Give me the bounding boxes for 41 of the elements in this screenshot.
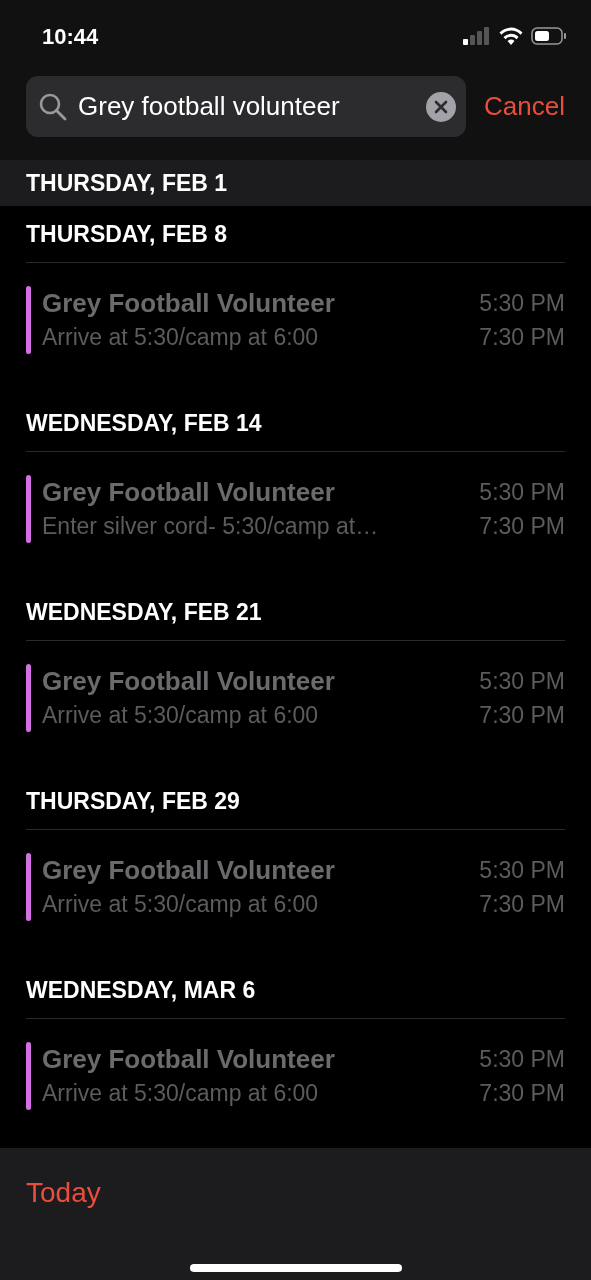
event-time: 5:30 PM bbox=[479, 478, 565, 507]
event-title: Grey Football Volunteer bbox=[42, 476, 336, 509]
today-button[interactable]: Today bbox=[26, 1172, 101, 1214]
event-row[interactable]: Grey Football Volunteer Arrive at 5:30/camp at 6:00 5:30 PM 7:30 PM bbox=[0, 830, 591, 962]
event-row[interactable]: Grey Football Volunteer Arrive at 5:30/camp at 6:00 5:30 PM 7:30 PM bbox=[0, 1019, 591, 1148]
status-time: 10:44 bbox=[42, 22, 99, 51]
event-time: 7:30 PM bbox=[479, 323, 565, 352]
event-note: Arrive at 5:30/camp at 6:00 bbox=[42, 890, 320, 919]
clear-icon[interactable] bbox=[426, 91, 457, 122]
battery-icon bbox=[531, 27, 567, 45]
event-note: Arrive at 5:30/camp at 6:00 bbox=[42, 323, 320, 352]
date-header: THURSDAY, FEB 8 bbox=[26, 219, 228, 249]
event-time: 7:30 PM bbox=[479, 890, 565, 919]
wifi-icon bbox=[499, 27, 523, 45]
event-title: Grey Football Volunteer bbox=[42, 665, 336, 698]
signal-icon bbox=[463, 27, 491, 45]
event-row[interactable]: Grey Football Volunteer Arrive at 5:30/camp at 6:00 5:30 PM 7:30 PM bbox=[0, 641, 591, 773]
event-time: 5:30 PM bbox=[479, 1045, 565, 1074]
date-header: WEDNESDAY, FEB 21 bbox=[26, 597, 262, 627]
date-header: THURSDAY, FEB 29 bbox=[26, 786, 240, 816]
cancel-button[interactable]: Cancel bbox=[484, 87, 565, 126]
event-time: 7:30 PM bbox=[479, 701, 565, 730]
event-time: 7:30 PM bbox=[479, 1079, 565, 1108]
event-note: Arrive at 5:30/camp at 6:00 bbox=[42, 701, 320, 730]
event-time: 5:30 PM bbox=[479, 667, 565, 696]
event-note: Enter silver cord- 5:30/camp at… bbox=[42, 512, 380, 541]
date-header: THURSDAY, FEB 1 bbox=[26, 168, 228, 198]
event-title: Grey Football Volunteer bbox=[42, 854, 336, 887]
date-header: WEDNESDAY, MAR 6 bbox=[26, 975, 256, 1005]
search-field[interactable]: Grey football volunteer bbox=[78, 87, 417, 126]
event-row[interactable]: Grey Football Volunteer Arrive at 5:30/camp at 6:00 5:30 PM 7:30 PM bbox=[0, 263, 591, 395]
event-title: Grey Football Volunteer bbox=[42, 1043, 336, 1076]
event-time: 5:30 PM bbox=[479, 289, 565, 318]
event-note: Arrive at 5:30/camp at 6:00 bbox=[42, 1079, 320, 1108]
event-time: 7:30 PM bbox=[479, 512, 565, 541]
event-time: 5:30 PM bbox=[479, 856, 565, 885]
search-bar[interactable]: Grey football volunteer bbox=[26, 76, 467, 137]
search-icon bbox=[38, 91, 68, 122]
event-title: Grey Football Volunteer bbox=[42, 287, 336, 320]
date-header: WEDNESDAY, FEB 14 bbox=[26, 408, 262, 438]
event-row[interactable]: Grey Football Volunteer Enter silver cord- 5:30/camp at… 5:30 PM 7:30 PM bbox=[0, 452, 591, 584]
